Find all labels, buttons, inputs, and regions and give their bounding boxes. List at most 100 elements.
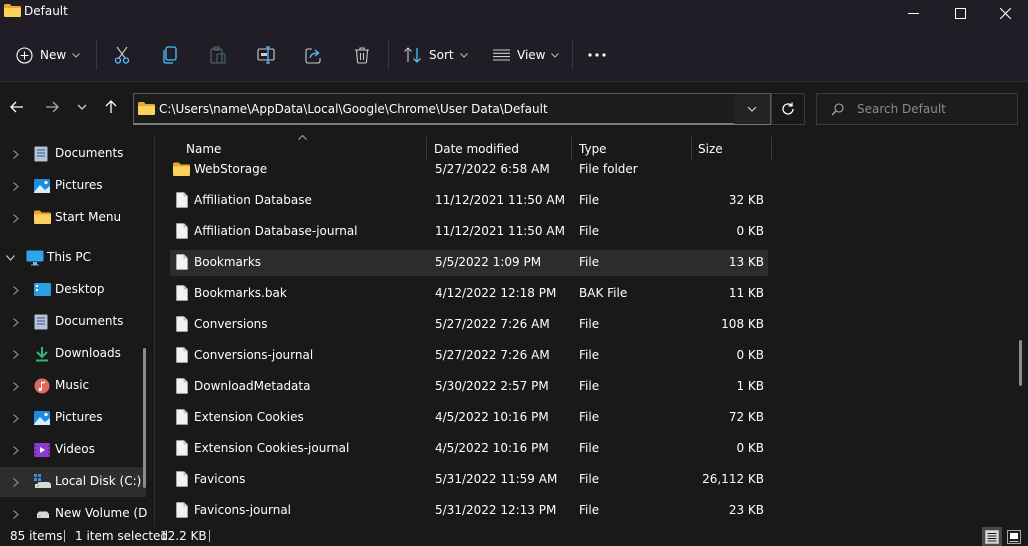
refresh-button[interactable]: [771, 93, 805, 125]
pane-divider[interactable]: [154, 136, 155, 526]
minimize-button[interactable]: [890, 0, 936, 26]
file-date: 5/27/2022 7:26 AM: [435, 348, 550, 362]
forward-button[interactable]: [40, 95, 64, 119]
file-row[interactable]: WebStorage 5/27/2022 6:58 AM File folder: [170, 157, 768, 183]
sidebar-item-downloads[interactable]: Downloads: [0, 339, 146, 369]
paste-button[interactable]: [210, 40, 226, 70]
file-type: File: [579, 410, 600, 424]
file-type: BAK File: [579, 286, 628, 300]
file-row[interactable]: DownloadMetadata 5/30/2022 2:57 PM File 1 K…: [170, 374, 768, 400]
chevron-right-icon[interactable]: [13, 446, 19, 455]
sidebar-scrollbar[interactable]: [143, 348, 146, 488]
file-row[interactable]: Extension Cookies 4/5/2022 10:16 PM File 72…: [170, 405, 768, 431]
toolbar-divider: [572, 40, 573, 70]
search-icon: [831, 103, 844, 116]
file-row[interactable]: Affiliation Database-journal 11/12/2021 1…: [170, 219, 768, 245]
copy-button[interactable]: [162, 40, 178, 70]
chevron-right-icon[interactable]: [13, 214, 19, 223]
sidebar-item-pictures[interactable]: Pictures: [0, 403, 146, 433]
view-icon: [493, 49, 510, 61]
sidebar-item-pictures[interactable]: Pictures: [0, 171, 146, 201]
sort-button[interactable]: Sort: [404, 40, 468, 70]
new-label: New: [40, 48, 67, 62]
sidebar-item-documents[interactable]: Documents: [0, 139, 146, 169]
chevron-right-icon[interactable]: [13, 318, 19, 327]
file-row[interactable]: Bookmarks.bak 4/12/2022 12:18 PM BAK File 1…: [170, 281, 768, 307]
chevron-right-icon[interactable]: [13, 478, 19, 487]
cut-button[interactable]: [114, 40, 130, 70]
view-button[interactable]: View: [493, 40, 560, 70]
toolbar-divider: [388, 40, 389, 70]
large-icons-view-icon: [1007, 529, 1021, 544]
file-row[interactable]: Conversions 5/27/2022 7:26 AM File 108 KB: [170, 312, 768, 338]
search-box[interactable]: Search Default: [816, 93, 1018, 125]
back-button[interactable]: [5, 95, 29, 119]
toolbar-divider: [96, 40, 97, 70]
column-divider[interactable]: [771, 137, 772, 161]
delete-icon: [355, 47, 369, 64]
sidebar-item-label: Downloads: [55, 346, 121, 360]
local-disk-icon: [34, 474, 51, 490]
chevron-right-icon[interactable]: [13, 182, 19, 191]
chevron-right-icon[interactable]: [13, 150, 19, 159]
sidebar-item-videos[interactable]: Videos: [0, 435, 146, 465]
address-bar[interactable]: C:\Users\name\AppData\Local\Google\Chrom…: [133, 93, 771, 125]
maximize-button[interactable]: [937, 0, 983, 26]
file-icon: [176, 409, 188, 428]
rename-button[interactable]: [257, 40, 275, 70]
sidebar-item-desktop[interactable]: Desktop: [0, 275, 146, 305]
file-row[interactable]: Favicons 5/31/2022 11:59 AM File 26,112 KB: [170, 467, 768, 493]
sidebar-item-music[interactable]: Music: [0, 371, 146, 401]
sidebar-item-label: Videos: [55, 442, 95, 456]
large-icons-view-button[interactable]: [1004, 527, 1024, 546]
chevron-right-icon[interactable]: [13, 414, 19, 423]
sidebar-item-label: Pictures: [55, 178, 103, 192]
file-row[interactable]: Extension Cookies-journal 4/5/2022 10:16 …: [170, 436, 768, 462]
more-options-button[interactable]: [588, 40, 606, 70]
close-button[interactable]: [982, 0, 1028, 26]
file-date: 5/31/2022 11:59 AM: [435, 472, 558, 486]
sidebar-item-label: Desktop: [55, 282, 105, 296]
file-icon: [176, 316, 188, 335]
chevron-right-icon[interactable]: [13, 510, 19, 519]
chevron-right-icon[interactable]: [13, 286, 19, 295]
sidebar-item-local-disk-c[interactable]: Local Disk (C:): [0, 467, 146, 497]
column-header-name[interactable]: Name: [186, 142, 221, 156]
search-placeholder: Search Default: [857, 102, 946, 116]
cut-icon: [114, 46, 130, 64]
column-header-type[interactable]: Type: [579, 142, 607, 156]
share-button[interactable]: [305, 40, 322, 70]
file-row[interactable]: Conversions-journal 5/27/2022 7:26 AM File…: [170, 343, 768, 369]
file-row[interactable]: Bookmarks 5/5/2022 1:09 PM File 13 KB: [170, 250, 768, 276]
sidebar-item-new-volume-d[interactable]: New Volume (D: [0, 499, 147, 526]
file-date: 5/30/2022 2:57 PM: [435, 379, 549, 393]
sidebar-item-start-menu[interactable]: Start Menu: [0, 203, 146, 233]
music-icon: [34, 378, 50, 394]
chevron-right-icon[interactable]: [13, 382, 19, 391]
details-view-button[interactable]: [982, 527, 1002, 546]
recent-locations-button[interactable]: [70, 95, 94, 119]
file-row[interactable]: Affiliation Database 11/12/2021 11:50 AM F…: [170, 188, 768, 214]
sidebar-item-this-pc[interactable]: This PC: [0, 243, 146, 273]
column-header-size[interactable]: Size: [698, 142, 723, 156]
chevron-right-icon[interactable]: [13, 350, 19, 359]
file-type: File folder: [579, 162, 638, 176]
downloads-icon: [34, 346, 50, 362]
sidebar-item-documents[interactable]: Documents: [0, 307, 146, 337]
chevron-down-icon: [459, 52, 468, 58]
refresh-icon: [782, 102, 794, 115]
videos-icon: [34, 442, 50, 458]
file-row[interactable]: Favicons-journal 5/31/2022 12:13 PM File 23…: [170, 498, 768, 524]
column-header-date[interactable]: Date modified: [434, 142, 519, 156]
address-path: C:\Users\name\AppData\Local\Google\Chrom…: [159, 102, 548, 116]
new-button[interactable]: New: [16, 40, 81, 70]
navigation-pane: Documents Pictures Start Menu This PC Deskto…: [0, 133, 153, 526]
documents-icon: [34, 146, 50, 162]
file-icon: [176, 378, 188, 397]
title-bar: Default: [0, 0, 1028, 26]
chevron-down-icon[interactable]: [6, 255, 15, 261]
delete-button[interactable]: [354, 40, 370, 70]
up-button[interactable]: [99, 95, 123, 119]
file-list-scrollbar[interactable]: [1019, 340, 1022, 386]
address-history-dropdown[interactable]: [734, 94, 770, 124]
